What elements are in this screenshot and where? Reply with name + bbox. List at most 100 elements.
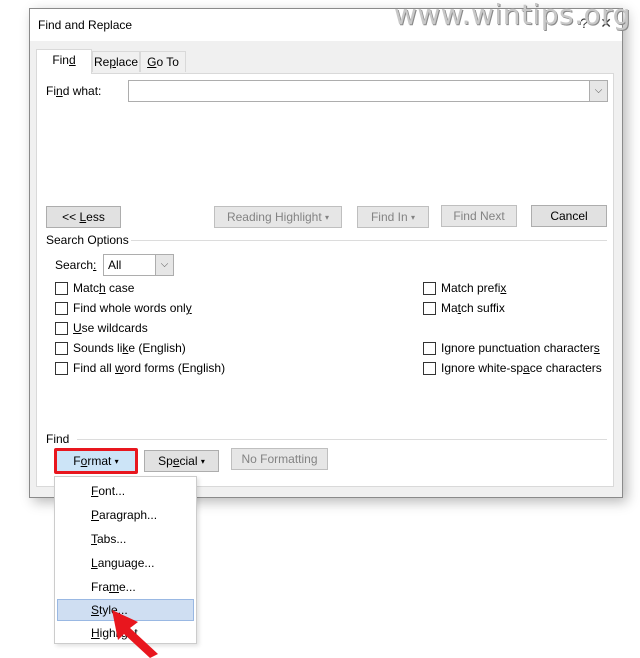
whole-words-checkbox[interactable]: Find whole words only (55, 301, 192, 317)
mi-text: tyle... (99, 603, 128, 617)
close-icon[interactable]: ✕ (600, 15, 612, 32)
tab-label-accel: d (68, 53, 76, 67)
ignore-punctuation-checkbox[interactable]: Ignore punctuation characters (423, 341, 600, 357)
dialog-title: Find and Replace (38, 18, 133, 32)
menu-item-language[interactable]: Language... (57, 552, 194, 574)
cb-accel: U (73, 321, 82, 335)
cb-text: e (English) (128, 341, 186, 355)
caret-down-icon: ▾ (325, 213, 330, 222)
menu-item-frame[interactable]: Frame... (57, 576, 194, 598)
less-button[interactable]: << Less (46, 206, 121, 228)
tab-label: lace (116, 55, 139, 69)
checkbox-box[interactable] (423, 362, 436, 375)
tab-label: Re (93, 55, 110, 69)
menu-item-tabs[interactable]: Tabs... (57, 528, 194, 550)
special-button[interactable]: Special ▾ (144, 450, 219, 472)
cb-accel: w (115, 361, 124, 375)
search-label: Search: (55, 258, 96, 272)
no-formatting-button[interactable]: No Formatting (231, 448, 328, 470)
match-case-checkbox[interactable]: Match case (55, 281, 134, 297)
btn-text: cial (179, 454, 198, 468)
caret-down-icon: ▾ (114, 457, 119, 466)
checkbox-box[interactable] (423, 282, 436, 295)
label-accel: n (56, 84, 63, 98)
mi-text: ont... (98, 484, 126, 498)
cb-text: Sounds li (73, 341, 123, 355)
find-next-button[interactable]: Find Next (441, 205, 517, 227)
btn-text: Reading Highlight (226, 210, 322, 224)
format-menu: Font... Paragraph... Tabs... Language...… (54, 476, 197, 644)
find-section-heading: Find (46, 432, 70, 446)
ignore-whitespace-checkbox[interactable]: Ignore white-space characters (423, 361, 602, 377)
match-prefix-checkbox[interactable]: Match prefix (423, 281, 506, 297)
cb-text: Ma (441, 301, 458, 315)
mi-text: Fra (91, 580, 109, 594)
mi-text: e... (119, 580, 136, 594)
cb-text: Match prefi (441, 281, 501, 295)
cancel-button[interactable]: Cancel (531, 205, 607, 227)
btn-text: ess (86, 210, 105, 224)
mi-text: anguage... (97, 556, 155, 570)
cb-text: se wildcards (81, 321, 148, 335)
btn-text: << (62, 210, 80, 224)
divider (77, 439, 607, 440)
mi-accel: S (91, 603, 100, 617)
caret-down-icon: ▾ (200, 457, 205, 466)
find-what-input[interactable]: ⌵ (128, 80, 608, 102)
cb-text: Ignore punctuation character (441, 341, 594, 355)
cb-text: Find all (73, 361, 116, 375)
cb-accel: a (523, 361, 530, 375)
menu-item-paragraph[interactable]: Paragraph... (57, 504, 194, 526)
mi-accel: L (91, 556, 98, 570)
match-suffix-checkbox[interactable]: Match suffix (423, 301, 505, 317)
reading-highlight-button[interactable]: Reading Highlight ▾ (214, 206, 342, 228)
format-button[interactable]: Format ▾ (54, 448, 138, 474)
checkbox-box[interactable] (55, 282, 68, 295)
label-text: d what: (62, 84, 102, 98)
cb-accel: y (185, 301, 192, 315)
cb-accel: x (500, 281, 507, 295)
chevron-down-icon[interactable]: ⌵ (155, 255, 173, 275)
title-bar: Find and Replace ? ✕ (30, 9, 622, 41)
caret-down-icon: ▾ (411, 213, 416, 222)
find-in-button[interactable]: Find In ▾ (357, 206, 429, 228)
checkbox-box[interactable] (423, 342, 436, 355)
cb-text: Find whole words onl (73, 301, 186, 315)
cb-text: case (105, 281, 135, 295)
cb-text: Matc (73, 281, 100, 295)
find-replace-dialog: Find and Replace ? ✕ Find Replace Go To … (29, 8, 623, 498)
tab-find[interactable]: Find (36, 49, 92, 74)
btn-accel: e (172, 454, 180, 468)
mi-accel: P (91, 508, 100, 522)
tab-replace[interactable]: Replace (92, 51, 140, 72)
search-options-heading: Search Options (46, 233, 129, 247)
wildcards-checkbox[interactable]: Use wildcards (55, 321, 148, 337)
btn-text: Sp (158, 454, 173, 468)
menu-item-font[interactable]: Font... (57, 480, 194, 502)
tab-goto[interactable]: Go To (140, 51, 186, 72)
checkbox-box[interactable] (423, 302, 436, 315)
checkbox-box[interactable] (55, 362, 68, 375)
word-forms-checkbox[interactable]: Find all word forms (English) (55, 361, 225, 377)
checkbox-box[interactable] (55, 342, 68, 355)
mi-accel: H (91, 626, 100, 640)
menu-item-style[interactable]: Style... (57, 599, 194, 621)
label-text: Fi (46, 84, 56, 98)
mi-text: ighlight (99, 626, 138, 640)
find-panel: Find what: ⌵ << Less Reading Highlight ▾… (36, 73, 614, 487)
tab-label: o To (156, 55, 179, 69)
cb-accel: s (593, 341, 600, 355)
chevron-down-icon[interactable]: ⌵ (589, 81, 607, 101)
menu-item-highlight[interactable]: Highlight (57, 622, 194, 644)
cb-text: Ignore white-sp (441, 361, 524, 375)
divider (131, 240, 607, 241)
cb-text: ord forms (English) (123, 361, 226, 375)
help-button[interactable]: ? (580, 15, 588, 31)
tab-label-accel: p (109, 55, 116, 69)
checkbox-box[interactable] (55, 322, 68, 335)
mi-accel: m (109, 580, 119, 594)
checkbox-box[interactable] (55, 302, 68, 315)
sounds-like-checkbox[interactable]: Sounds like (English) (55, 341, 186, 357)
search-direction-select[interactable]: All ⌵ (103, 254, 174, 276)
cb-text: ch suffix (461, 301, 505, 315)
